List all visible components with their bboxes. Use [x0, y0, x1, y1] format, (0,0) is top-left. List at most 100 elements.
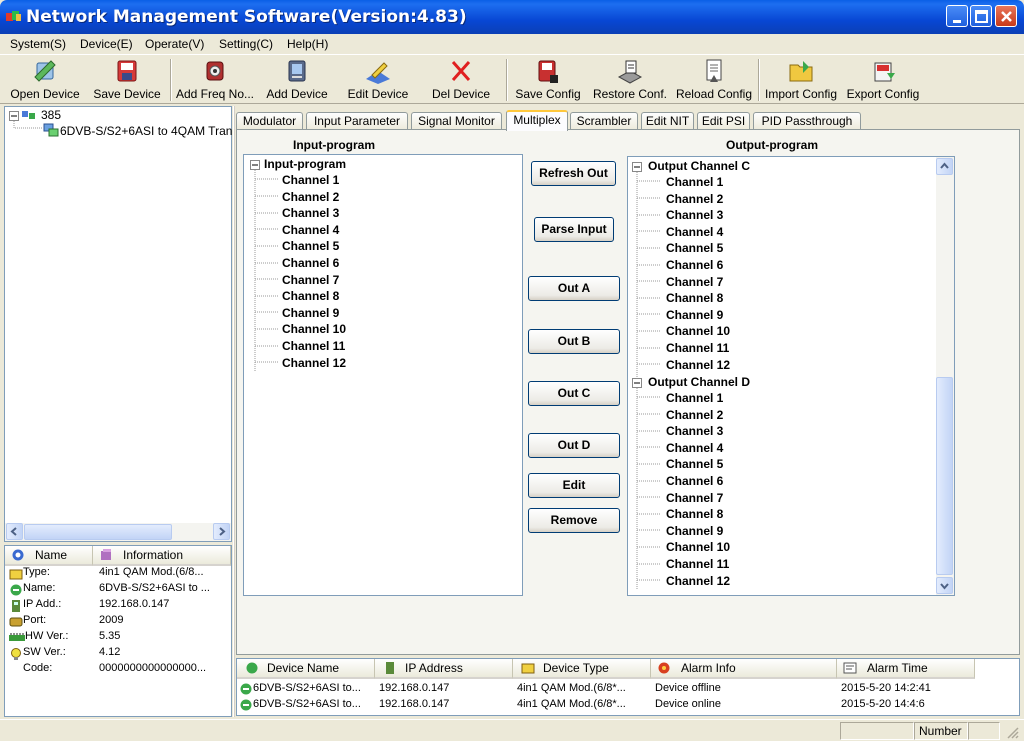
channel-item[interactable]: Channel 7	[666, 275, 723, 289]
channel-item[interactable]: Channel 3	[666, 424, 723, 438]
output-group-c-node[interactable]: Output Channel C	[648, 159, 750, 173]
menu-setting[interactable]: Setting(C)	[219, 37, 273, 51]
minimize-button[interactable]	[946, 5, 968, 27]
output-program-tree[interactable]: Output Channel C Channel 1 Channel 2 Chann…	[627, 156, 955, 596]
col-device-type[interactable]: Device Type	[513, 659, 651, 679]
channel-item[interactable]: Channel 2	[282, 190, 339, 204]
del-device-button[interactable]: Del Device	[428, 57, 494, 103]
add-freq-node-button[interactable]: Add Freq No...	[174, 57, 256, 103]
info-header-name[interactable]: Name	[5, 546, 93, 566]
channel-item[interactable]: Channel 1	[666, 175, 723, 189]
tree-device-item[interactable]: 6DVB-S/S2+6ASI to 4QAM Tran:	[60, 124, 232, 138]
scroll-down-button[interactable]	[936, 577, 953, 594]
collapse-icon[interactable]	[632, 378, 642, 388]
add-freq-node-icon	[206, 61, 224, 81]
channel-item[interactable]: Channel 3	[282, 206, 339, 220]
channel-item[interactable]: Channel 5	[666, 241, 723, 255]
channel-item[interactable]: Channel 3	[666, 208, 723, 222]
tab-multiplex[interactable]: Multiplex	[506, 110, 568, 131]
collapse-icon[interactable]	[250, 160, 260, 170]
channel-item[interactable]: Channel 6	[666, 258, 723, 272]
col-alarm-time[interactable]: Alarm Time	[837, 659, 975, 679]
resize-grip-icon[interactable]	[1006, 726, 1020, 740]
open-device-button[interactable]: Open Device	[8, 57, 82, 103]
channel-item[interactable]: Channel 10	[666, 540, 730, 554]
channel-item[interactable]: Channel 7	[666, 491, 723, 505]
scroll-thumb[interactable]	[936, 377, 953, 575]
col-ip-address[interactable]: IP Address	[375, 659, 513, 679]
channel-item[interactable]: Channel 9	[666, 524, 723, 538]
channel-item[interactable]: Channel 5	[282, 239, 339, 253]
channel-item[interactable]: Channel 6	[666, 474, 723, 488]
channel-item[interactable]: Channel 12	[666, 574, 730, 588]
export-config-button[interactable]: Export Config	[845, 57, 921, 103]
menu-help[interactable]: Help(H)	[287, 37, 328, 51]
save-config-button[interactable]: Save Config	[512, 57, 584, 103]
input-program-tree[interactable]: Input-program Channel 1 Channel 2 Channel …	[243, 154, 523, 596]
maximize-button[interactable]	[970, 5, 992, 27]
table-row[interactable]: 6DVB-S/S2+6ASI to... 192.168.0.147 4in1 …	[237, 681, 1019, 697]
out-a-button[interactable]: Out A	[528, 276, 620, 301]
output-group-d-node[interactable]: Output Channel D	[648, 375, 750, 389]
remove-button[interactable]: Remove	[528, 508, 620, 533]
channel-item[interactable]: Channel 9	[282, 306, 339, 320]
channel-item[interactable]: Channel 8	[666, 291, 723, 305]
refresh-out-button[interactable]: Refresh Out	[531, 161, 616, 186]
input-root-node[interactable]: Input-program	[264, 157, 346, 171]
channel-item[interactable]: Channel 4	[666, 225, 723, 239]
channel-item[interactable]: Channel 10	[282, 322, 346, 336]
restore-conf-button[interactable]: Restore Conf.	[590, 57, 670, 103]
collapse-icon[interactable]	[9, 111, 19, 121]
tree-root-label[interactable]: 385	[41, 108, 61, 122]
channel-item[interactable]: Channel 12	[666, 358, 730, 372]
toolbar: Open Device Save Device Add Freq No... A…	[0, 54, 1024, 104]
output-vscrollbar[interactable]	[936, 157, 954, 595]
channel-item[interactable]: Channel 1	[282, 173, 339, 187]
scroll-thumb[interactable]	[24, 524, 172, 540]
add-device-button[interactable]: Add Device	[264, 57, 330, 103]
reload-config-button[interactable]: Reload Config	[674, 57, 754, 103]
channel-item[interactable]: Channel 10	[666, 324, 730, 338]
col-device-name[interactable]: Device Name	[237, 659, 375, 679]
channel-item[interactable]: Channel 11	[666, 341, 729, 355]
channel-item[interactable]: Channel 5	[666, 457, 723, 471]
channel-item[interactable]: Channel 8	[282, 289, 339, 303]
edit-button[interactable]: Edit	[528, 473, 620, 498]
scroll-left-button[interactable]	[6, 523, 23, 540]
out-d-button[interactable]: Out D	[528, 433, 620, 458]
channel-item[interactable]: Channel 4	[666, 441, 723, 455]
channel-item[interactable]: Channel 11	[666, 557, 729, 571]
save-device-button[interactable]: Save Device	[90, 57, 164, 103]
scroll-up-button[interactable]	[936, 158, 953, 175]
tree-hscrollbar[interactable]	[5, 523, 231, 541]
channel-item[interactable]: Channel 6	[282, 256, 339, 270]
channel-item[interactable]: Channel 9	[666, 308, 723, 322]
vertical-splitter[interactable]	[233, 106, 235, 717]
input-program-label: Input-program	[293, 138, 375, 152]
channel-item[interactable]: Channel 2	[666, 192, 723, 206]
parse-input-button[interactable]: Parse Input	[534, 217, 614, 242]
channel-item[interactable]: Channel 7	[282, 273, 339, 287]
info-header-information[interactable]: Information	[93, 546, 231, 566]
out-b-button[interactable]: Out B	[528, 329, 620, 354]
out-c-button[interactable]: Out C	[528, 381, 620, 406]
save-device-icon	[117, 60, 137, 82]
edit-device-button[interactable]: Edit Device	[345, 57, 411, 103]
channel-item[interactable]: Channel 11	[282, 339, 345, 353]
channel-item[interactable]: Channel 8	[666, 507, 723, 521]
channel-item[interactable]: Channel 4	[282, 223, 339, 237]
channel-item[interactable]: Channel 2	[666, 408, 723, 422]
collapse-icon[interactable]	[632, 162, 642, 172]
close-button[interactable]	[995, 5, 1017, 27]
scroll-right-button[interactable]	[213, 523, 230, 540]
col-alarm-info[interactable]: Alarm Info	[651, 659, 837, 679]
menu-system[interactable]: System(S)	[10, 37, 66, 51]
import-config-button[interactable]: Import Config	[762, 57, 840, 103]
table-row[interactable]: 6DVB-S/S2+6ASI to... 192.168.0.147 4in1 …	[237, 697, 1019, 713]
edit-device-icon	[366, 62, 390, 84]
info-row: Port: 2009	[9, 614, 229, 630]
menu-device[interactable]: Device(E)	[80, 37, 133, 51]
channel-item[interactable]: Channel 12	[282, 356, 346, 370]
menu-operate[interactable]: Operate(V)	[145, 37, 204, 51]
channel-item[interactable]: Channel 1	[666, 391, 723, 405]
